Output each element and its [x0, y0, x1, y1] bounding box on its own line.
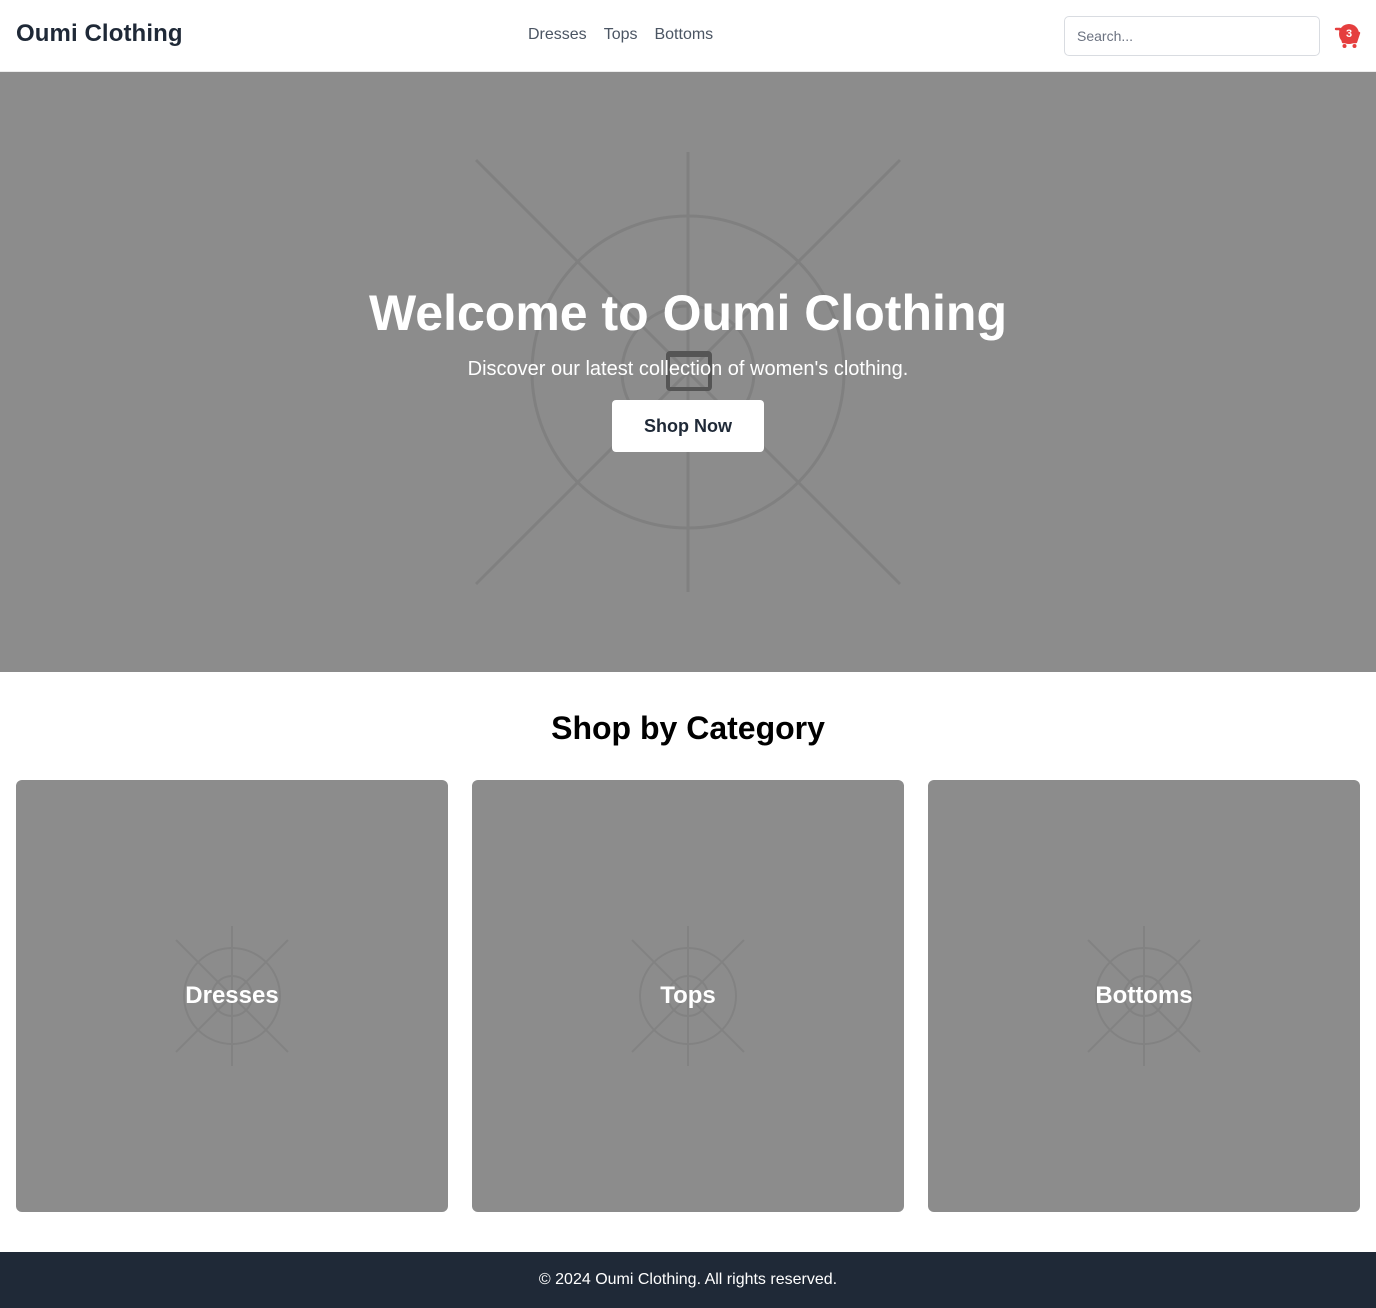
hero-title: Welcome to Oumi Clothing [369, 285, 1007, 341]
category-card-dresses[interactable]: Dresses [16, 780, 448, 1212]
section-title: Shop by Category [551, 710, 825, 746]
site-footer: © 2024 Oumi Clothing. All rights reserve… [0, 1252, 1376, 1308]
search-input[interactable] [1064, 16, 1320, 56]
nav-link-dresses[interactable]: Dresses [528, 26, 587, 44]
cart-button[interactable]: 3 [1334, 22, 1362, 50]
category-card-tops[interactable]: Tops [472, 780, 904, 1212]
category-label-bottoms: Bottoms [1095, 982, 1193, 1009]
hero-banner: Welcome to Oumi Clothing Discover our la… [0, 72, 1376, 672]
cart-count-badge: 3 [1339, 24, 1359, 44]
hero-subtitle: Discover our latest collection of women'… [467, 358, 909, 380]
nav-link-bottoms[interactable]: Bottoms [654, 26, 713, 44]
category-label-tops: Tops [660, 982, 716, 1009]
nav-link-tops[interactable]: Tops [604, 26, 638, 44]
category-card-bottoms[interactable]: Bottoms [928, 780, 1360, 1212]
category-label-dresses: Dresses [185, 982, 279, 1009]
main-nav: Dresses Tops Bottoms [528, 26, 713, 44]
site-logo[interactable]: Oumi Clothing [16, 20, 183, 48]
site-header: Oumi Clothing Dresses Tops Bottoms 3 [0, 0, 1376, 72]
footer-copyright: © 2024 Oumi Clothing. All rights reserve… [538, 1271, 838, 1288]
shop-now-button[interactable]: Shop Now [612, 400, 764, 452]
